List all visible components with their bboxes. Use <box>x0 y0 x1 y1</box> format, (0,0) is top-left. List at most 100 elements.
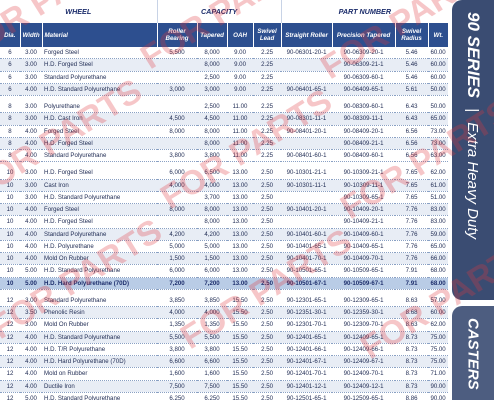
straight-roller-cell <box>281 137 333 151</box>
tapered-cell: 2,500 <box>197 101 228 114</box>
tapered-cell: 4,200 <box>197 228 228 241</box>
oah-cell: 15.50 <box>227 331 254 344</box>
swivel-lead-cell: 2.50 <box>253 343 282 357</box>
table-row: 10 4.00 Standard Polyurethane 4,200 4,200 13.… <box>0 228 449 241</box>
col-header-weight: Wt. <box>427 23 449 47</box>
table-row: 10 3.00 H.D. Standard Polyurethane 3,700 13.… <box>0 191 449 205</box>
table-row: 6 3.00 Standard Polyurethane 2,500 9.00 2.25 9… <box>0 71 449 84</box>
oah-cell: 9.00 <box>227 58 254 72</box>
dia-cell: 10 <box>0 215 20 229</box>
precision-tapered-cell: 90-08309-60-1 <box>332 101 396 114</box>
width-cell: 3.50 <box>20 306 42 320</box>
straight-roller-cell <box>281 191 333 205</box>
weight-cell: 57.00 <box>428 294 449 307</box>
straight-roller-cell: 90-12401-70-1 <box>281 367 333 381</box>
swivel-radius-cell: 8.73 <box>395 367 429 381</box>
straight-roller-cell: 90-12401-67-1 <box>281 355 333 369</box>
tapered-cell: 3,000 <box>197 83 228 97</box>
swivel-lead-cell: 2.50 <box>253 367 282 381</box>
col-header-swivel-lead: Swivel Lead <box>252 23 282 47</box>
table-row: 10 4.00 H.D. Forged Steel 8,000 13.00 2.50 90-… <box>0 215 449 229</box>
tapered-cell: 4,500 <box>197 112 228 126</box>
roller-bearing-cell: 4,000 <box>157 306 198 320</box>
weight-cell: 63.00 <box>428 149 449 163</box>
straight-roller-cell: 90-10501-67-1 <box>281 277 333 290</box>
weight-cell: 71.00 <box>428 367 449 381</box>
dia-cell: 8 <box>0 137 20 151</box>
weight-cell: 65.00 <box>428 240 449 254</box>
series-tab-label: 90 SERIES | Extra Heavy Duty <box>463 12 483 239</box>
precision-tapered-cell: 90-06309-21-1 <box>332 58 396 72</box>
swivel-radius-cell: 7.76 <box>395 203 429 217</box>
tapered-cell: 5,000 <box>197 240 228 254</box>
width-cell: 3.00 <box>20 58 42 72</box>
material-cell: Ductile Iron <box>42 380 158 393</box>
straight-roller-cell: 90-10301-21-1 <box>281 167 333 180</box>
casters-side-tab[interactable]: CASTERS <box>452 306 494 400</box>
table-row: 10 3.00 Cast Iron 4,000 4,000 13.00 2.50 90-103… <box>0 179 449 192</box>
straight-roller-cell: 90-08301-11-1 <box>281 112 333 126</box>
catalog-page: WHEEL CAPACITY PART NUMBER Dia. Width Ma… <box>0 0 494 400</box>
width-cell: 3.00 <box>20 101 42 114</box>
col-header-swivel-radius: Swivel Radius <box>394 23 429 47</box>
swivel-radius-cell: 6.43 <box>395 101 429 114</box>
table-row: 10 3.00 H.D. Forged Steel 6,000 6,500 13.00 2.… <box>0 167 449 180</box>
swivel-radius-cell: 8.73 <box>395 355 429 369</box>
table-row: 10 4.00 H.D. Polyurethane 5,000 5,000 13.00 2.… <box>0 240 449 254</box>
swivel-radius-cell: 8.63 <box>395 318 429 332</box>
swivel-lead-cell: 2.50 <box>253 264 282 278</box>
dia-cell: 8 <box>0 149 20 163</box>
precision-tapered-cell: 90-12409-65-1 <box>332 331 396 344</box>
straight-roller-cell: 90-12351-30-1 <box>281 306 333 320</box>
weight-cell: 51.00 <box>428 191 449 205</box>
roller-bearing-cell: 5,500 <box>157 47 198 60</box>
oah-cell: 15.50 <box>227 306 254 320</box>
tapered-cell: 8,000 <box>197 203 228 217</box>
group-header-capacity: CAPACITY <box>156 0 282 23</box>
tapered-cell: 4,000 <box>197 179 228 192</box>
oah-cell: 13.00 <box>227 179 254 192</box>
width-cell: 4.00 <box>20 228 42 241</box>
straight-roller-cell: 90-10401-70-1 <box>281 252 333 266</box>
roller-bearing-cell: 6,000 <box>157 167 198 180</box>
material-cell: Standard Polyurethane <box>42 71 158 84</box>
swivel-lead-cell: 2.50 <box>253 228 282 241</box>
col-header-precision-tapered: Precision Tapered <box>331 23 396 47</box>
precision-tapered-cell: 90-10509-67-1 <box>332 277 396 290</box>
col-header-tapered: Tapered <box>196 23 228 47</box>
table-row: 12 5.00 H.D. Standard Polyurethane 6,250 6,2… <box>0 392 449 400</box>
precision-tapered-cell: 90-12509-65-1 <box>332 392 396 400</box>
tapered-cell: 2,500 <box>197 71 228 84</box>
roller-bearing-cell: 5,000 <box>157 240 198 254</box>
dia-cell: 10 <box>0 277 20 290</box>
width-cell: 4.00 <box>20 331 42 344</box>
swivel-radius-cell: 7.76 <box>395 228 429 241</box>
series-subtitle: Extra Heavy Duty <box>464 122 481 239</box>
dia-cell: 12 <box>0 331 20 344</box>
dia-cell: 10 <box>0 179 20 192</box>
swivel-lead-cell: 2.50 <box>253 167 282 180</box>
width-cell: 3.00 <box>20 179 42 192</box>
straight-roller-cell: 90-10401-20-1 <box>281 203 333 217</box>
oah-cell: 13.00 <box>227 191 254 205</box>
weight-cell: 61.00 <box>428 179 449 192</box>
oah-cell: 15.50 <box>227 294 254 307</box>
column-header-row: Dia. Width Material Roller Bearing Taper… <box>0 23 449 47</box>
material-cell: H.D. Standard Polyurethane <box>42 331 158 344</box>
precision-tapered-cell: 90-12409-67-1 <box>332 355 396 369</box>
group-header-wheel: WHEEL <box>65 7 92 16</box>
swivel-lead-cell: 2.25 <box>253 125 282 138</box>
tapered-cell: 8,000 <box>197 47 228 60</box>
material-cell: Standard Polyurethane <box>42 149 158 163</box>
swivel-radius-cell: 7.65 <box>395 179 429 192</box>
precision-tapered-cell: 90-12309-70-1 <box>332 318 396 332</box>
swivel-radius-cell: 8.63 <box>395 294 429 307</box>
swivel-radius-cell: 6.43 <box>395 112 429 126</box>
dia-cell: 6 <box>0 47 20 60</box>
precision-tapered-cell: 90-10409-65-1 <box>332 240 396 254</box>
roller-bearing-cell: 8,000 <box>157 203 198 217</box>
tapered-cell: 8,000 <box>197 125 228 138</box>
roller-bearing-cell: 4,000 <box>157 179 198 192</box>
precision-tapered-cell: 90-06309-20-1 <box>332 47 396 60</box>
roller-bearing-cell: 4,200 <box>157 228 198 241</box>
